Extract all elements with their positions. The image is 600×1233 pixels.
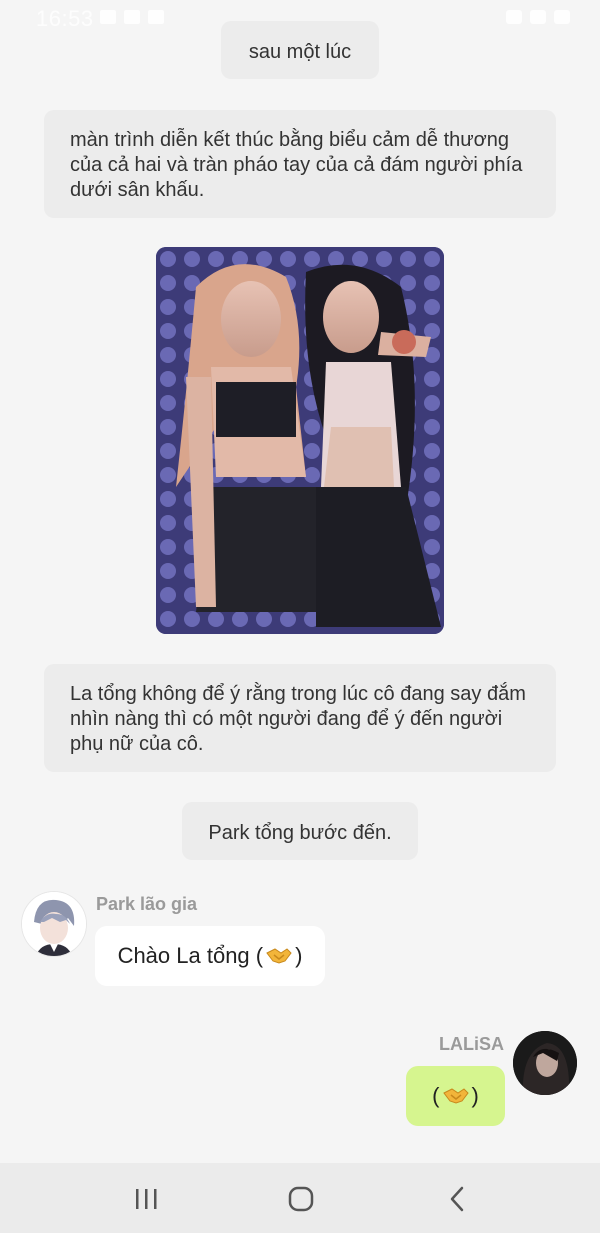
- message-bubble[interactable]: Chào La tổng ( ): [95, 926, 325, 986]
- message-text-end: ): [295, 943, 303, 968]
- sender-name: Park lão gia: [96, 894, 198, 914]
- notification-icons: [100, 10, 164, 24]
- avatar[interactable]: [22, 892, 86, 956]
- narration-text: Park tổng bước đến.: [208, 822, 392, 844]
- recent-apps-icon[interactable]: [126, 1181, 166, 1217]
- message-text: (: [432, 1083, 440, 1108]
- narration-text: sau một lúc: [248, 41, 352, 63]
- message-text: Chào La tổng (: [117, 943, 264, 968]
- briefcase-icon: [124, 10, 140, 24]
- narration-text: màn trình diễn kết thúc bằng biểu cảm dễ…: [70, 129, 523, 201]
- avatar[interactable]: [513, 1031, 577, 1095]
- navigation-bar: [0, 1163, 600, 1233]
- back-icon[interactable]: [438, 1181, 478, 1217]
- status-time: 16:53: [36, 6, 94, 31]
- handshake-icon: [442, 1085, 470, 1107]
- gallery-icon: [100, 10, 116, 24]
- handshake-icon: [265, 945, 293, 967]
- sender-name: LALiSA: [439, 1034, 504, 1054]
- narration-bubble: Park tổng bước đến.: [182, 802, 418, 860]
- narration-bubble: sau một lúc: [221, 21, 379, 79]
- message-bubble[interactable]: ( ): [406, 1066, 505, 1126]
- signal-icon: [530, 10, 546, 24]
- narration-text: La tổng không để ý rằng trong lúc cô đan…: [70, 683, 526, 755]
- home-icon[interactable]: [281, 1181, 321, 1217]
- story-photo[interactable]: [156, 247, 444, 634]
- system-icons: [506, 10, 570, 24]
- message-text-end: ): [471, 1083, 479, 1108]
- narration-bubble: màn trình diễn kết thúc bằng biểu cảm dễ…: [44, 110, 556, 218]
- wifi-icon: [506, 10, 522, 24]
- battery-icon: [554, 10, 570, 24]
- messenger-icon: [148, 10, 164, 24]
- narration-bubble: La tổng không để ý rằng trong lúc cô đan…: [44, 664, 556, 772]
